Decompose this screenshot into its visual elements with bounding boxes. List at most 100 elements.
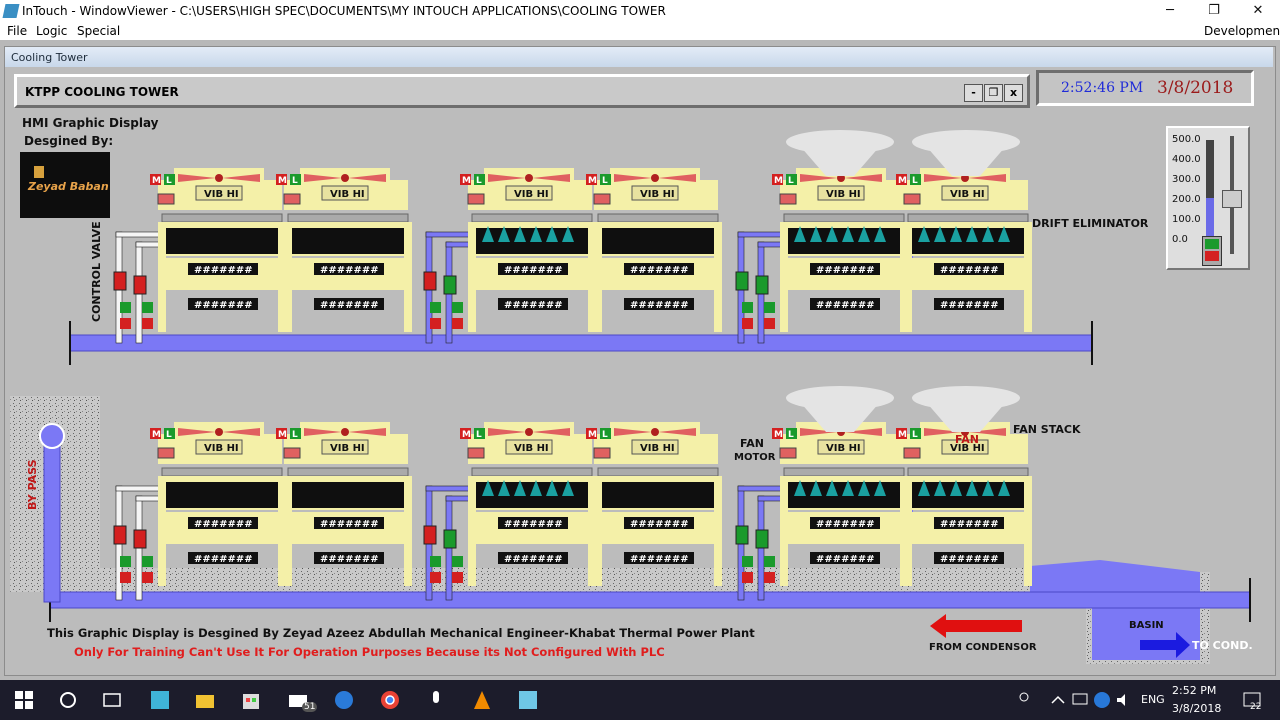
drift-eliminator — [287, 467, 409, 477]
drift-eliminator — [907, 467, 1029, 477]
motor-status-l-label: L — [602, 430, 608, 440]
control-valve — [133, 529, 147, 549]
vib-hi-label: VIB HI — [204, 443, 239, 454]
footer-warning: Only For Training Can't Use It For Opera… — [74, 645, 665, 659]
vib-hi-label: VIB HI — [826, 189, 861, 200]
fan-label: FAN — [955, 433, 979, 446]
motor-status-m-label: M — [152, 176, 161, 186]
edge-icon[interactable] — [332, 688, 356, 712]
motor-status-m-label: M — [588, 430, 597, 440]
tray-date[interactable]: 3/8/2018 — [1172, 702, 1221, 715]
drift-eliminator — [471, 213, 593, 223]
fan-motor — [903, 193, 921, 205]
valve-status-l — [430, 556, 441, 567]
store-icon[interactable] — [239, 688, 263, 712]
mail-badge: 51 — [302, 702, 318, 712]
drift-eliminator — [783, 467, 905, 477]
motor-status-m-label: M — [152, 430, 161, 440]
task-view-icon[interactable] — [100, 688, 124, 712]
volume-icon[interactable] — [1112, 688, 1136, 712]
vib-hi-label: VIB HI — [330, 189, 365, 200]
motor-status-m-label: M — [278, 176, 287, 186]
motor-status-l-label: L — [292, 430, 298, 440]
vib-hi-label: VIB HI — [826, 443, 861, 454]
vib-hi-label: VIB HI — [514, 189, 549, 200]
control-valve — [755, 275, 769, 295]
language-indicator[interactable]: ENG — [1141, 693, 1165, 706]
fan-motor — [157, 447, 175, 459]
value-display-text: ####### — [940, 265, 999, 276]
valve-status-l — [764, 302, 775, 313]
motor-status-m-label: M — [278, 430, 287, 440]
motor-status-m-label: M — [462, 430, 471, 440]
network-icon[interactable] — [1068, 688, 1092, 712]
vib-hi-label: VIB HI — [950, 189, 985, 200]
fan-motor — [593, 193, 611, 205]
slider-thumb[interactable] — [1222, 190, 1242, 208]
motor-status-m-label: M — [588, 176, 597, 186]
valve-status-l — [430, 302, 441, 313]
water-header-pipe — [49, 591, 1251, 609]
bluetooth-icon[interactable] — [1090, 688, 1114, 712]
fan-motor — [779, 193, 797, 205]
from-condensor-label: FROM CONDENSOR — [929, 642, 1037, 653]
valve-status-l — [764, 556, 775, 567]
fan-motor-label-2: MOTOR — [734, 452, 776, 463]
motor-status-l-label: L — [912, 176, 918, 186]
vib-hi-label: VIB HI — [514, 443, 549, 454]
value-display-text: ####### — [194, 554, 253, 565]
slider-tick: 500.0 — [1172, 134, 1201, 145]
valve-status-m — [764, 572, 775, 583]
chevron-up-icon[interactable] — [1046, 688, 1070, 712]
search-circle-icon[interactable] — [56, 688, 80, 712]
fill-media — [166, 482, 278, 508]
fan-hub — [215, 174, 223, 182]
valve-status-m — [120, 318, 131, 329]
value-display-text: ####### — [940, 300, 999, 311]
value-display-text: ####### — [630, 265, 689, 276]
intouch-taskbar-icon[interactable] — [148, 688, 172, 712]
start-windows-icon[interactable] — [12, 688, 36, 712]
fill-media — [602, 482, 714, 508]
control-valve — [755, 529, 769, 549]
value-display-text: ####### — [320, 519, 379, 530]
valve-status-m — [452, 572, 463, 583]
intouch-active-icon[interactable] — [516, 688, 540, 712]
chrome-icon[interactable] — [378, 688, 402, 712]
vlc-icon[interactable] — [470, 688, 494, 712]
file-explorer-icon[interactable] — [193, 688, 217, 712]
valve-status-m — [742, 572, 753, 583]
motor-status-m-label: M — [898, 176, 907, 186]
drift-eliminator — [597, 467, 719, 477]
drift-eliminator — [907, 213, 1029, 223]
motor-status-l-label: L — [788, 176, 794, 186]
value-display-text: ####### — [194, 519, 253, 530]
fill-media — [602, 228, 714, 254]
valve-status-l — [452, 302, 463, 313]
motor-status-m-label: M — [898, 430, 907, 440]
motor-status-l-label: L — [292, 176, 298, 186]
valve-status-m — [742, 318, 753, 329]
basin-label: BASIN — [1129, 620, 1164, 631]
fan-motor — [283, 193, 301, 205]
fill-media — [292, 482, 404, 508]
value-display-text: ####### — [816, 554, 875, 565]
drift-eliminator-label: DRIFT ELIMINATOR — [1032, 217, 1149, 230]
value-display-text: ####### — [816, 265, 875, 276]
valve-status-l — [452, 556, 463, 567]
fan-motor — [593, 447, 611, 459]
value-display-text: ####### — [504, 554, 563, 565]
by-pass-label: BY PASS — [26, 459, 39, 511]
motor-status-l-label: L — [166, 176, 172, 186]
vib-hi-label: VIB HI — [204, 189, 239, 200]
drift-eliminator — [471, 467, 593, 477]
microphone-icon[interactable] — [424, 688, 448, 712]
tray-time[interactable]: 2:52 PM — [1172, 684, 1216, 697]
fan-hub — [341, 428, 349, 436]
motor-status-l-label: L — [166, 430, 172, 440]
people-icon[interactable] — [1012, 688, 1036, 712]
water-header-pipe — [69, 334, 1093, 352]
control-valve — [423, 271, 437, 291]
value-display-text: ####### — [504, 265, 563, 276]
value-display-text: ####### — [194, 300, 253, 311]
